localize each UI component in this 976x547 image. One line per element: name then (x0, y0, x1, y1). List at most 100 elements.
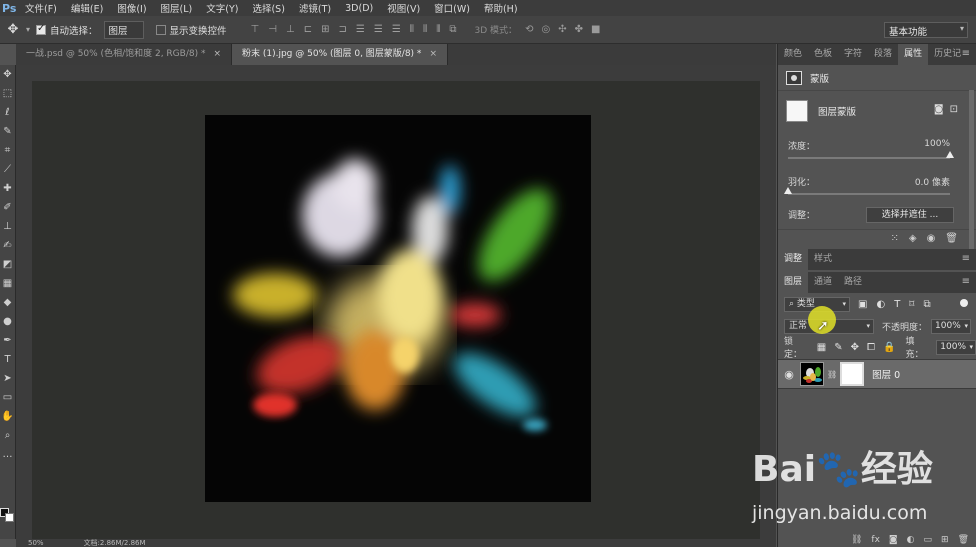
add-mask-icon[interactable]: ◙ (889, 535, 898, 545)
menu-help[interactable]: 帮助(H) (477, 1, 525, 15)
density-slider[interactable] (788, 157, 950, 159)
tab-paths[interactable]: 路径 (838, 272, 868, 293)
brush-tool-icon[interactable]: ✐ (0, 198, 15, 217)
slide-3d-icon[interactable]: ✤ (575, 24, 583, 35)
distribute-vcenter-icon[interactable]: ☰ (374, 24, 383, 35)
lock-transparent-icon[interactable]: ▦ (817, 342, 826, 353)
tab-document-2[interactable]: 粉末 (1).jpg @ 50% (图层 0, 图层蒙版/8) * × (232, 44, 448, 65)
healing-brush-tool-icon[interactable]: ✚ (0, 179, 15, 198)
lasso-tool-icon[interactable]: ℓ (0, 103, 15, 122)
distribute-right-icon[interactable]: ⫴ (436, 24, 440, 35)
gradient-tool-icon[interactable]: ▦ (0, 274, 15, 293)
new-layer-icon[interactable]: ⊞ (941, 535, 949, 545)
align-bottom-icon[interactable]: ⊥ (286, 24, 295, 35)
align-top-icon[interactable]: ⊤ (251, 24, 260, 35)
quick-select-tool-icon[interactable]: ✎ (0, 122, 15, 141)
tool-preset-chevron-icon[interactable]: ▾ (26, 25, 30, 34)
distribute-bottom-icon[interactable]: ☰ (392, 24, 401, 35)
zoom-tool-icon[interactable]: ⌕ (0, 426, 15, 445)
feather-slider-knob[interactable] (784, 187, 792, 194)
background-color-swatch[interactable] (5, 513, 14, 522)
ruler-corner[interactable] (16, 65, 32, 81)
move-tool-icon[interactable]: ✥ (0, 22, 26, 37)
adjustment-layer-filter-icon[interactable]: ◐ (876, 299, 885, 310)
align-right-icon[interactable]: ⊐ (338, 24, 346, 35)
distribute-left-icon[interactable]: ⫴ (410, 24, 414, 35)
blur-tool-icon[interactable]: ◆ (0, 293, 15, 312)
clone-stamp-tool-icon[interactable]: ⊥ (0, 217, 15, 236)
feather-slider[interactable] (788, 193, 950, 195)
layer-row[interactable]: ◉ ⛓ 图层 0 (778, 359, 976, 389)
menu-edit[interactable]: 编辑(E) (64, 1, 110, 15)
canvas-vertical-scrollbar[interactable] (760, 65, 776, 539)
orbit-3d-icon[interactable]: ⟲ (525, 24, 533, 35)
menu-select[interactable]: 选择(S) (245, 1, 291, 15)
tab-channels[interactable]: 通道 (808, 272, 838, 293)
type-layer-filter-icon[interactable]: T (894, 299, 900, 310)
density-value[interactable]: 100% (924, 139, 950, 149)
tab-adjustments[interactable]: 调整 (778, 249, 809, 270)
align-left-icon[interactable]: ⊏ (304, 24, 312, 35)
scale-3d-icon[interactable]: ■ (591, 24, 600, 35)
crop-tool-icon[interactable]: ⌗ (0, 141, 15, 160)
delete-layer-icon[interactable]: 🗑 (958, 535, 969, 545)
select-and-mask-button[interactable]: 选择并遮住 ... (866, 207, 954, 223)
feather-value[interactable]: 0.0 像素 (915, 175, 950, 188)
align-hcenter-icon[interactable]: ⊞ (321, 24, 329, 35)
layer-mask-thumbnail[interactable] (840, 362, 865, 386)
menu-view[interactable]: 视图(V) (380, 1, 427, 15)
more-tools-icon[interactable]: … (0, 445, 15, 464)
properties-scrollbar[interactable] (969, 90, 974, 250)
shape-tool-icon[interactable]: ▭ (0, 388, 15, 407)
layer-style-icon[interactable]: fx (871, 535, 880, 545)
history-brush-tool-icon[interactable]: ✍ (0, 236, 15, 255)
menu-3d[interactable]: 3D(D) (338, 3, 380, 14)
tab-color[interactable]: 颜色 (778, 44, 808, 65)
menu-file[interactable]: 文件(F) (18, 1, 64, 15)
dodge-tool-icon[interactable]: ● (0, 312, 15, 331)
lock-all-icon[interactable]: 🔒 (883, 342, 895, 353)
zoom-level[interactable]: 50% (28, 539, 44, 547)
menu-filter[interactable]: 滤镜(T) (292, 1, 338, 15)
close-icon[interactable]: × (429, 49, 437, 59)
lock-artboard-icon[interactable]: ⧠ (867, 342, 875, 353)
adjustment-layer-icon[interactable]: ◐ (907, 535, 915, 545)
opacity-field[interactable]: 100% ▾ (931, 318, 972, 334)
fill-field[interactable]: 100% ▾ (936, 339, 976, 355)
close-icon[interactable]: × (213, 49, 221, 59)
lock-position-icon[interactable]: ✥ (851, 342, 859, 353)
tab-properties[interactable]: 属性 (898, 44, 929, 65)
eraser-tool-icon[interactable]: ◩ (0, 255, 15, 274)
doc-size[interactable]: 文档:2.86M/2.86M (84, 538, 146, 547)
menu-type[interactable]: 文字(Y) (199, 1, 245, 15)
show-transform-checkbox[interactable] (155, 24, 166, 35)
workspace-select[interactable]: 基本功能 ▾ (884, 22, 968, 38)
apply-mask-icon[interactable]: ◈ (909, 233, 917, 244)
shape-layer-filter-icon[interactable]: ⌑ (909, 299, 914, 310)
document-canvas[interactable] (205, 115, 591, 502)
distribute-hcenter-icon[interactable]: ⫴ (423, 24, 427, 35)
panel-menu-icon[interactable]: ≡ (962, 276, 970, 287)
layer-thumbnail[interactable] (800, 362, 824, 386)
pixel-layer-filter-icon[interactable]: ▣ (858, 299, 867, 310)
auto-select-target-select[interactable]: 图层 (103, 20, 144, 39)
delete-icon[interactable]: 🗑 (945, 233, 958, 244)
ruler-vertical[interactable] (16, 81, 32, 539)
tab-styles[interactable]: 样式 (808, 249, 838, 270)
drag-3d-icon[interactable]: ✣ (558, 24, 566, 35)
tab-layers[interactable]: 图层 (778, 272, 809, 293)
eye-icon[interactable]: ◉ (778, 368, 800, 381)
auto-align-icon[interactable]: ⧉ (449, 24, 456, 35)
density-slider-knob[interactable] (946, 151, 954, 158)
add-vector-mask-icon[interactable]: ⊡ (950, 104, 958, 115)
load-selection-icon[interactable]: ⁙ (890, 233, 898, 244)
hand-tool-icon[interactable]: ✋ (0, 407, 15, 426)
filter-toggle-icon[interactable] (960, 299, 968, 307)
eyedropper-tool-icon[interactable]: ⟋ (0, 160, 15, 179)
marquee-tool-icon[interactable]: ⬚ (0, 84, 15, 103)
tab-swatches[interactable]: 色板 (808, 44, 838, 65)
smart-object-filter-icon[interactable]: ⧉ (923, 299, 930, 310)
menu-image[interactable]: 图像(I) (110, 1, 153, 15)
roll-3d-icon[interactable]: ◎ (541, 24, 550, 35)
lock-image-icon[interactable]: ✎ (834, 342, 842, 353)
